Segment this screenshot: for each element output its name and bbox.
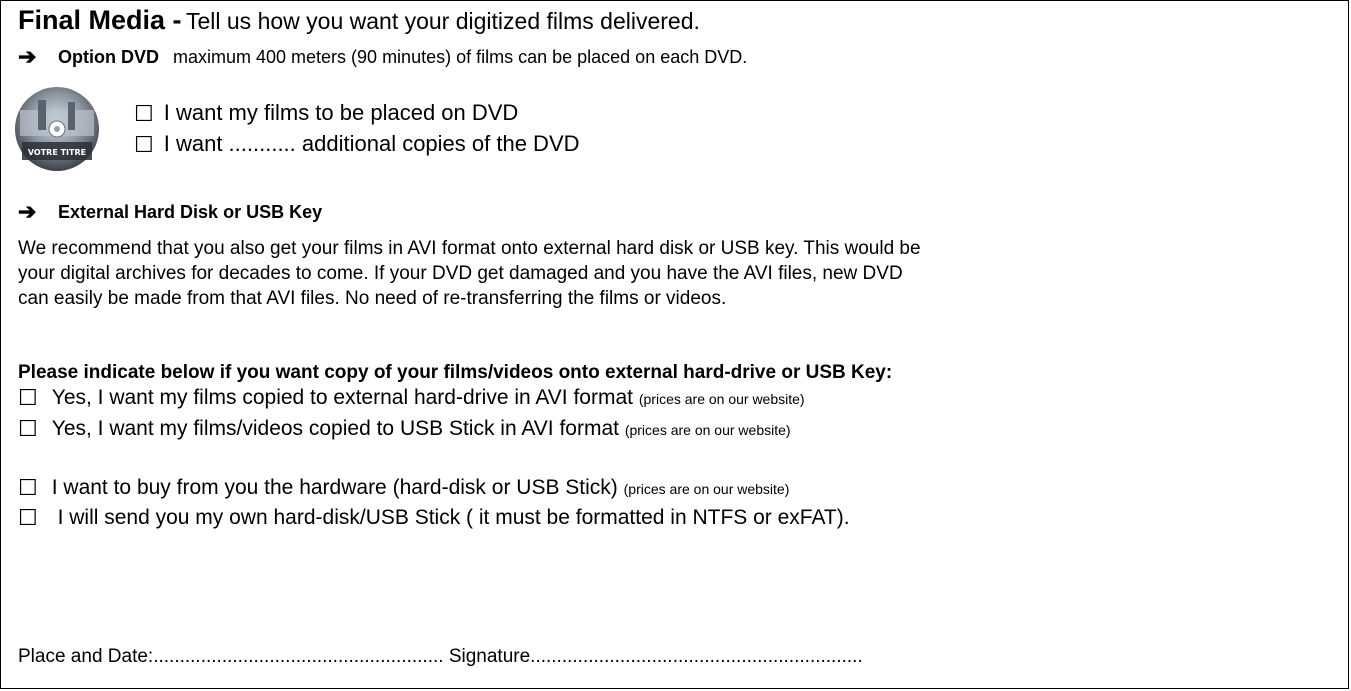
title-rest: Tell us how you want your digitized film… xyxy=(185,8,700,34)
disc-label: VOTRE TITRE xyxy=(28,148,86,157)
right-arrow-icon: ➔ xyxy=(18,199,37,224)
price-note: (prices are on our website) xyxy=(624,422,791,438)
price-note: (prices are on our website) xyxy=(638,391,805,407)
title-bold: Final Media - xyxy=(18,5,182,35)
dvd-option-label: Option DVD xyxy=(58,47,159,67)
hdd-option-3[interactable]: ☐ I want to buy from you the hardware (ha… xyxy=(18,474,789,503)
checkbox-icon[interactable]: ☐ xyxy=(134,101,154,129)
checkbox-icon[interactable]: ☐ xyxy=(18,385,38,413)
dvd-option-1-text: I want my films to be placed on DVD xyxy=(163,100,519,125)
signature-field[interactable]: Signature...............................… xyxy=(449,646,863,667)
dvd-option-heading: ➔ Option DVD maximum 400 meters (90 minute… xyxy=(18,45,747,69)
paragraph-line: can easily be made from that AVI files. … xyxy=(18,288,727,309)
hdd-option-1-text: Yes, I want my films copied to external … xyxy=(51,386,633,409)
hdd-option-2[interactable]: ☐ Yes, I want my films/videos copied to U… xyxy=(18,415,791,444)
paragraph-line: your digital archives for decades to com… xyxy=(18,263,903,284)
checkbox-icon[interactable]: ☐ xyxy=(18,505,38,533)
hdd-option-1[interactable]: ☐ Yes, I want my films copied to external… xyxy=(18,384,805,413)
dvd-option-2[interactable]: ☐ I want ........... additional copies of… xyxy=(134,130,580,160)
dvd-disc-icon: VOTRE TITRE xyxy=(15,87,99,171)
hdd-option-4-text: I will send you my own hard-disk/USB Sti… xyxy=(51,506,850,529)
hdd-option-label: External Hard Disk or USB Key xyxy=(58,202,323,222)
place-date-field[interactable]: Place and Date:.........................… xyxy=(18,646,444,667)
right-arrow-icon: ➔ xyxy=(18,44,37,69)
checkbox-icon[interactable]: ☐ xyxy=(134,132,154,160)
checkbox-icon[interactable]: ☐ xyxy=(18,416,38,444)
paragraph-line: We recommend that you also get your film… xyxy=(18,238,921,259)
hdd-option-2-text: Yes, I want my films/videos copied to US… xyxy=(51,417,619,440)
page-title: Final Media - Tell us how you want your … xyxy=(18,2,700,38)
dvd-option-description: maximum 400 meters (90 minutes) of films… xyxy=(173,47,748,67)
checkbox-icon[interactable]: ☐ xyxy=(18,475,38,503)
dvd-option-1[interactable]: ☐ I want my films to be placed on DVD xyxy=(134,99,518,129)
hdd-question: Please indicate below if you want copy o… xyxy=(18,362,893,383)
hdd-option-heading: ➔ External Hard Disk or USB Key xyxy=(18,200,336,224)
recommendation-paragraph: We recommend that you also get your film… xyxy=(18,236,1338,311)
price-note: (prices are on our website) xyxy=(623,481,790,497)
hdd-option-3-text: I want to buy from you the hardware (har… xyxy=(51,476,618,499)
dvd-option-2-text: I want ........... additional copies of … xyxy=(163,131,580,156)
hdd-option-4[interactable]: ☐ I will send you my own hard-disk/USB S… xyxy=(18,504,850,533)
signature-line: Place and Date:.........................… xyxy=(18,645,863,669)
